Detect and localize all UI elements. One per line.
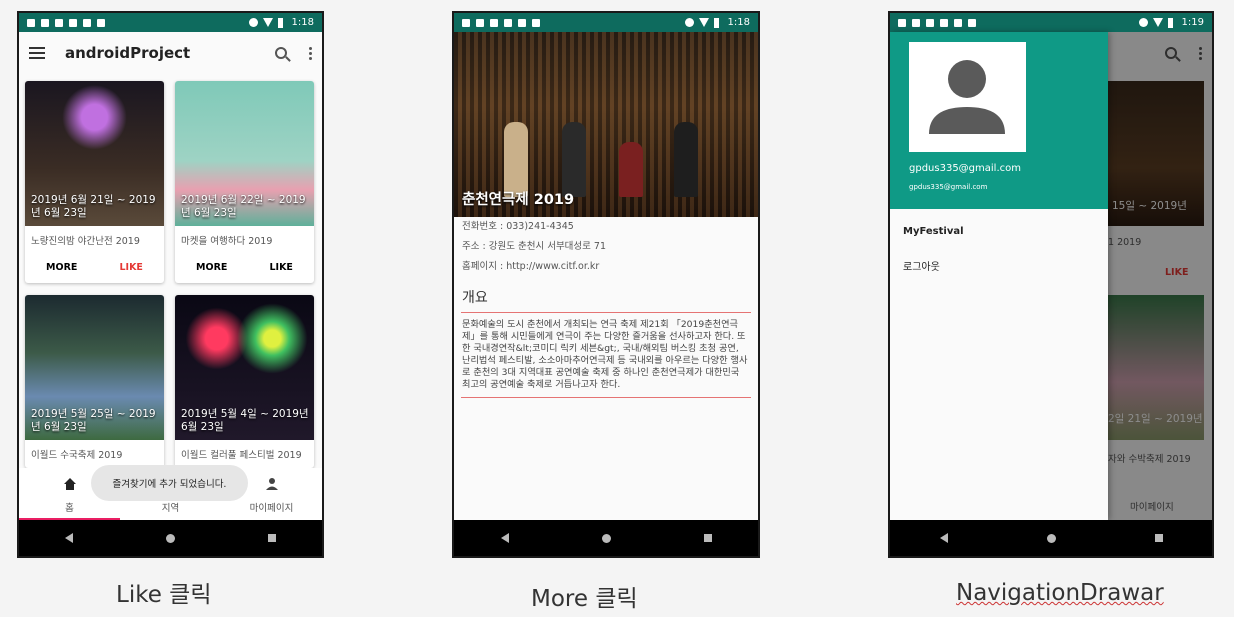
app-bar: androidProject [19,32,322,74]
back-icon[interactable] [65,533,74,543]
drawer-item-logout[interactable]: 로그아웃 [890,250,1108,286]
status-bar: 1:19 [890,13,1212,32]
overflow-menu-icon[interactable] [309,46,312,60]
back-icon[interactable] [500,533,509,543]
search-icon[interactable] [275,47,287,59]
festival-date: 2019년 5월 4일 ~ 2019년 6월 23일 [181,408,309,433]
festival-card: 2019년 6월 22일 ~ 2019년 6월 23일 마켓을 여행하다 201… [175,81,314,283]
home-icon [63,478,76,490]
nav-label: 지역 [161,503,180,514]
festival-address: 주소 : 강원도 춘천시 서부대성로 71 [462,241,607,252]
menu-icon[interactable] [29,47,45,59]
drawer-email-secondary: gpdus335@gmail.com [909,183,988,191]
more-button[interactable]: MORE [196,262,227,273]
caption-like: Like 클릭 [116,582,212,608]
drawer-header: gpdus335@gmail.com gpdus335@gmail.com [890,32,1108,209]
festival-name: 마켓을 여행하다 2019 [181,236,273,247]
status-bar: 1:18 [454,13,758,32]
phone-more-screen: 1:18 춘천연극제 2019 전화번호 : 033)241-4345 주소 :… [452,11,760,558]
system-nav-bar [454,520,758,556]
festival-image[interactable]: 2019년 6월 22일 ~ 2019년 6월 23일 [175,81,314,226]
festival-homepage[interactable]: 홈페이지 : http://www.citf.or.kr [454,257,758,277]
divider [461,397,751,398]
system-nav-bar [890,520,1212,556]
festival-hero-image: 춘천연극제 2019 [454,32,758,217]
festival-date: 2019년 6월 22일 ~ 2019년 6월 23일 [181,194,306,219]
phone-drawer-screen: 1:19 15일 ~ 2019년 1 2019 LIKE 2일 21일 ~ 20… [888,11,1214,558]
festival-card: 2019년 5월 25일 ~ 2019년 6월 23일 이월드 수국축제 201… [25,295,164,468]
caption-drawer: NavigationDrawar [956,580,1164,606]
avatar [909,42,1026,152]
festival-image[interactable]: 2019년 5월 4일 ~ 2019년 6월 23일 [175,295,314,440]
drawer-item-myfestival[interactable]: MyFestival [890,214,1108,250]
recents-icon[interactable] [267,534,276,542]
overview-heading: 개요 [462,290,488,306]
status-bar: 1:18 [19,13,322,32]
status-time: 1:19 [1181,17,1204,28]
festival-date: 2019년 5월 25일 ~ 2019년 6월 23일 [31,408,156,433]
back-icon[interactable] [939,533,948,543]
recents-icon[interactable] [1154,534,1163,542]
system-nav-bar [19,520,322,556]
festival-image[interactable]: 2019년 6월 21일 ~ 2019년 6월 23일 [25,81,164,226]
caption-more: More 클릭 [531,586,638,612]
nav-label: 홈 [65,503,74,514]
festival-date: 2019년 6월 21일 ~ 2019년 6월 23일 [31,194,156,219]
home-button-icon[interactable] [601,533,611,543]
toast-message: 즐겨찾기에 추가 되었습니다. [91,465,248,501]
overview-text: 문화예술의 도시 춘천에서 개최되는 연극 축제 제21회 「2019춘천연극제… [462,319,748,390]
like-button[interactable]: LIKE [119,262,142,273]
like-button[interactable]: LIKE [269,262,292,273]
more-button[interactable]: MORE [46,262,77,273]
festival-name: 노량진의밤 야간난전 2019 [31,236,140,247]
app-title: androidProject [65,44,191,62]
person-icon [265,478,278,490]
status-time: 1:18 [291,17,314,28]
recents-icon[interactable] [703,534,712,542]
drawer-email: gpdus335@gmail.com [909,163,1021,174]
status-time: 1:18 [727,17,750,28]
festival-card: 2019년 5월 4일 ~ 2019년 6월 23일 이월드 컬러풀 페스티벌 … [175,295,314,468]
festival-image[interactable]: 2019년 5월 25일 ~ 2019년 6월 23일 [25,295,164,440]
festival-title: 춘천연극제 2019 [462,192,575,208]
navigation-drawer: gpdus335@gmail.com gpdus335@gmail.com My… [890,32,1108,520]
person-icon [929,60,1005,134]
home-button-icon[interactable] [165,533,175,543]
nav-label: 마이페이지 [249,503,294,514]
home-button-icon[interactable] [1046,533,1056,543]
festival-name: 이월드 컬러풀 페스티벌 2019 [181,450,302,461]
festival-phone: 전화번호 : 033)241-4345 [462,221,574,232]
festival-name: 이월드 수국축제 2019 [31,450,123,461]
festival-card: 2019년 6월 21일 ~ 2019년 6월 23일 노량진의밤 야간난전 2… [25,81,164,283]
phone-like-screen: 1:18 androidProject 2019년 6월 21일 ~ 2019년… [17,11,324,558]
